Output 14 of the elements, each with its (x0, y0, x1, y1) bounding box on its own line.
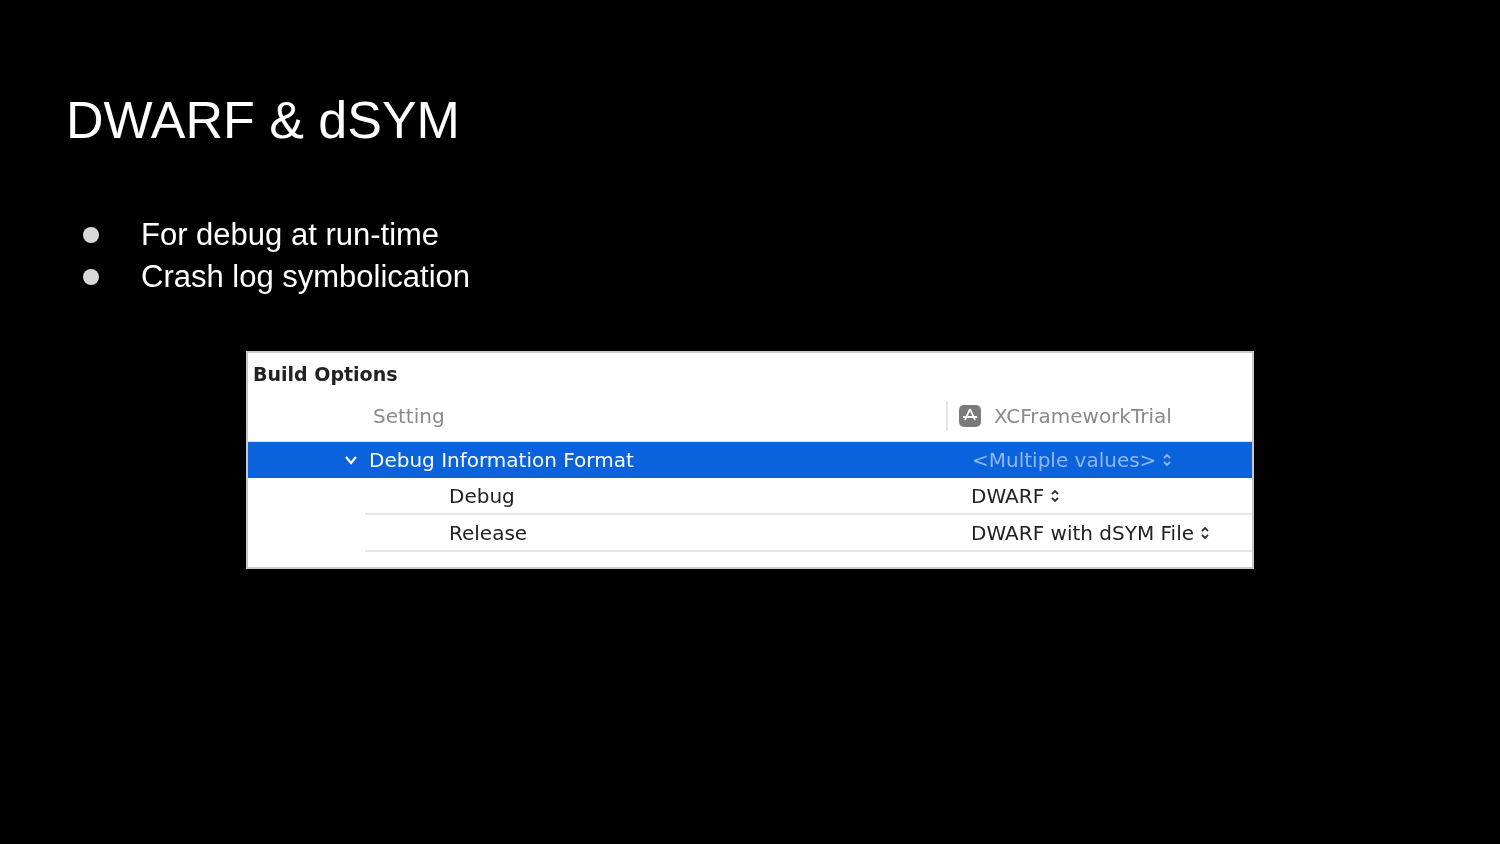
bullet-text: For debug at run-time (141, 216, 440, 254)
setting-value[interactable]: DWARF (971, 483, 1061, 508)
configuration-name: Release (449, 520, 528, 545)
column-header: XCFrameworkTrial (994, 404, 1172, 428)
setting-row[interactable]: Debug Information Format <Multiple values> (248, 442, 1252, 478)
setting-row[interactable]: Release DWARF with dSYM File (365, 515, 1252, 552)
column-header: Setting (373, 404, 445, 428)
setting-name: Debug Information Format (369, 448, 634, 472)
setting-value[interactable]: DWARF with dSYM File (971, 520, 1210, 545)
slide-title: DWARF & dSYM (66, 90, 460, 151)
section-title: Build Options (252, 362, 398, 387)
bullet-text: Crash log symbolication (141, 258, 471, 296)
setting-row[interactable]: Debug DWARF (365, 478, 1252, 515)
configuration-name: Debug (449, 483, 515, 508)
